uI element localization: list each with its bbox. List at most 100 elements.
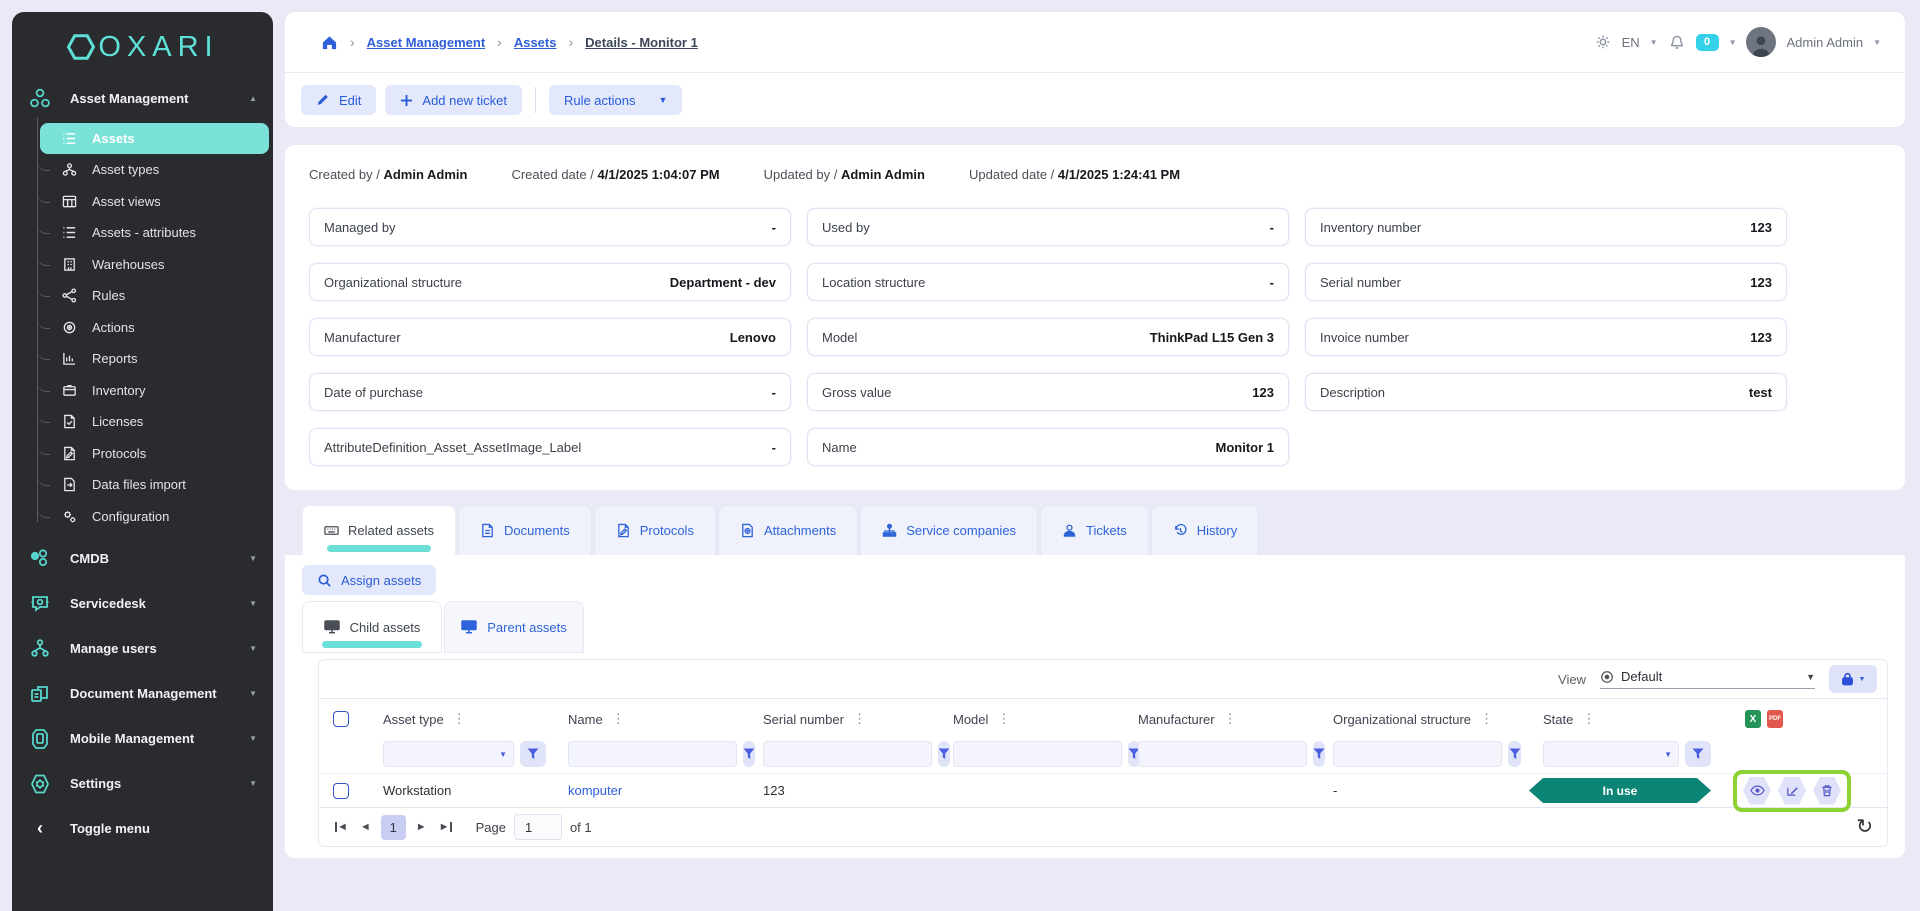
first-page-button[interactable]: ◄ [333,819,350,835]
avatar[interactable] [1746,27,1776,57]
sidebar-section-cmdb[interactable]: CMDB ▼ [12,536,273,581]
view-select[interactable]: Default ▼ [1600,669,1815,689]
edit-row-button[interactable] [1778,777,1806,805]
select-all-checkbox[interactable] [333,711,349,727]
sidebar-item-assets-attributes[interactable]: Assets - attributes [12,217,273,249]
toggle-menu-button[interactable]: ‹ Toggle menu [12,806,273,851]
add-new-ticket-button[interactable]: Add new ticket [385,85,522,115]
tab-label: Service companies [906,523,1016,538]
excel-export-icon[interactable]: X [1745,710,1761,728]
sidebar-section-servicedesk[interactable]: Servicedesk ▼ [12,581,273,626]
breadcrumb: › Asset Management › Assets › Details - … [285,12,1905,73]
subtab-parent-assets[interactable]: Parent assets [444,601,584,653]
notification-badge[interactable]: 0 [1696,34,1719,51]
assign-assets-button[interactable]: Assign assets [302,565,436,595]
pdf-export-icon[interactable]: PDF [1767,710,1783,728]
attachment-icon [740,523,755,538]
row-checkbox[interactable] [333,783,349,799]
hierarchy-icon [62,162,77,177]
sidebar-item-reports[interactable]: Reports [12,343,273,375]
field-managed-by: Managed by- [309,208,791,246]
column-menu-icon[interactable]: ⋮ [612,711,625,727]
sidebar-item-warehouses[interactable]: Warehouses [12,249,273,281]
user-menu[interactable]: Admin Admin [1786,35,1863,50]
chevron-down-icon[interactable]: ▼ [1873,38,1881,47]
filter-organizational-structure-input[interactable] [1333,741,1502,767]
sidebar-section-document-management[interactable]: Document Management ▼ [12,671,273,716]
sidebar-section-manage-users[interactable]: Manage users ▼ [12,626,273,671]
sidebar-item-configuration[interactable]: Configuration [12,501,273,533]
tab-history[interactable]: History [1151,505,1259,555]
filter-funnel-icon[interactable] [520,741,546,767]
tab-tickets[interactable]: Tickets [1040,505,1149,555]
filter-state-input[interactable] [1543,741,1679,767]
column-menu-icon[interactable]: ⋮ [1480,711,1493,727]
next-page-button[interactable]: ► [414,819,429,835]
dropdown-arrow-icon: ▼ [1806,672,1815,682]
column-menu-icon[interactable]: ⋮ [997,711,1010,727]
sidebar-item-label: Asset views [92,194,161,209]
sidebar-item-actions[interactable]: Actions [12,312,273,344]
view-row-button[interactable] [1743,777,1771,805]
filter-manufacturer-input[interactable] [1138,741,1307,767]
chevron-up-icon: ▲ [249,94,257,103]
refresh-icon[interactable]: ↻ [1856,817,1873,837]
sidebar-item-licenses[interactable]: Licenses [12,406,273,438]
filter-funnel-icon[interactable] [1508,741,1521,767]
home-icon[interactable] [321,34,338,51]
previous-page-button[interactable]: ◄ [358,819,373,835]
page-label: Page [476,820,506,835]
bell-icon[interactable] [1668,33,1686,51]
filter-funnel-icon[interactable] [1685,741,1711,767]
current-page-button[interactable]: 1 [381,815,406,840]
sidebar-section-settings[interactable]: Settings ▼ [12,761,273,806]
tab-attachments[interactable]: Attachments [718,505,858,555]
tab-service-companies[interactable]: Service companies [860,505,1038,555]
tab-documents[interactable]: Documents [458,505,592,555]
column-menu-icon[interactable]: ⋮ [1582,711,1595,727]
last-page-button[interactable]: ► [437,819,454,835]
field-description: Descriptiontest [1305,373,1787,411]
filter-serial-number-input[interactable] [763,741,932,767]
tab-related-assets[interactable]: Related assets [302,505,456,555]
filter-asset-type-input[interactable] [383,741,514,767]
column-menu-icon[interactable]: ⋮ [1224,711,1237,727]
column-menu-icon[interactable]: ⋮ [853,711,866,727]
lock-view-button[interactable]: ▼ [1829,665,1877,693]
edit-button[interactable]: Edit [301,85,376,115]
sidebar-item-assets[interactable]: Assets [40,123,269,154]
filter-model-input[interactable] [953,741,1122,767]
sidebar-section-mobile-management[interactable]: Mobile Management ▼ [12,716,273,761]
sidebar-item-label: Rules [92,288,125,303]
chevron-down-icon[interactable]: ▼ [1650,38,1658,47]
sidebar-item-inventory[interactable]: Inventory [12,375,273,407]
chevron-down-icon: ▼ [249,644,257,653]
language-selector[interactable]: EN [1622,35,1640,50]
data-grid: Asset type⋮ Name⋮ Serial number⋮ Model⋮ … [318,699,1888,847]
cell-name-link[interactable]: komputer [568,783,622,798]
sidebar-item-rules[interactable]: Rules [12,280,273,312]
rule-actions-button[interactable]: Rule actions ▼ [549,85,682,115]
breadcrumb-assets[interactable]: Assets [514,35,557,50]
sidebar-item-asset-views[interactable]: Asset views [12,186,273,218]
column-menu-icon[interactable]: ⋮ [453,711,466,727]
sidebar-item-data-files-import[interactable]: Data files import [12,469,273,501]
updated-date: Updated date / 4/1/2025 1:24:41 PM [969,167,1180,182]
page-number-input[interactable] [514,814,562,840]
chevron-down-icon[interactable]: ▼ [1729,38,1737,47]
logo-hexagon-icon [66,32,96,62]
delete-row-button[interactable] [1813,777,1841,805]
history-icon [1173,523,1188,538]
field-manufacturer: ManufacturerLenovo [309,318,791,356]
sidebar-item-protocols[interactable]: Protocols [12,438,273,470]
tab-protocols[interactable]: Protocols [594,505,716,555]
tab-label: Tickets [1086,523,1127,538]
sidebar-section-asset-management[interactable]: Asset Management ▲ [12,76,273,121]
subtab-child-assets[interactable]: Child assets [302,601,442,653]
gear-icon[interactable] [1594,33,1612,51]
breadcrumb-asset-management[interactable]: Asset Management [367,35,485,50]
breadcrumb-separator: › [497,34,502,50]
main-content: › Asset Management › Assets › Details - … [285,0,1905,858]
sidebar-item-asset-types[interactable]: Asset types [12,154,273,186]
filter-name-input[interactable] [568,741,737,767]
